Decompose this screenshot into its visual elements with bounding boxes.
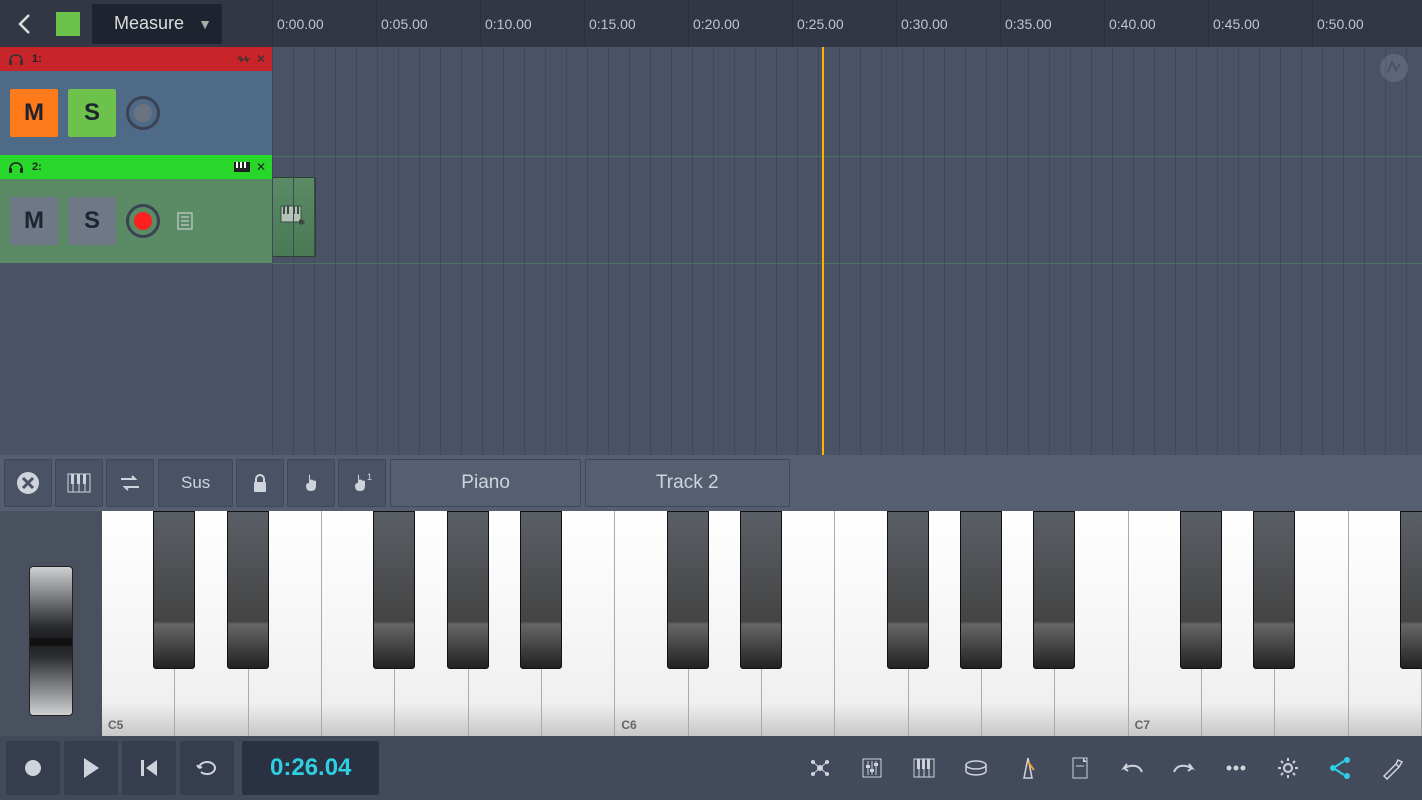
time-mode-dropdown[interactable]: Measure ▼	[92, 4, 222, 44]
waveform-icon	[236, 54, 250, 64]
track-header-2[interactable]: 2: ✕ M S	[0, 155, 272, 263]
redo-button[interactable]	[1160, 744, 1208, 792]
instrument-selector[interactable]: Piano	[390, 459, 581, 507]
effects-button[interactable]	[796, 744, 844, 792]
tap-mode-1-button[interactable]: 1	[338, 459, 386, 507]
piano-icon	[234, 162, 250, 172]
track-2-number: 2:	[32, 161, 50, 173]
play-button[interactable]	[64, 741, 118, 795]
rewind-button[interactable]	[122, 741, 176, 795]
ruler-tick: 0:40.00	[1104, 0, 1208, 47]
lock-button[interactable]	[236, 459, 284, 507]
black-key[interactable]	[1400, 511, 1422, 669]
svg-text:1: 1	[367, 472, 372, 482]
black-key[interactable]	[153, 511, 195, 669]
mute-button[interactable]: M	[10, 89, 58, 137]
share-button[interactable]	[1316, 744, 1364, 792]
settings-button[interactable]	[1264, 744, 1312, 792]
close-icon[interactable]: ✕	[256, 52, 266, 66]
record-button[interactable]	[6, 741, 60, 795]
sustain-button[interactable]: Sus	[158, 459, 233, 507]
black-key[interactable]	[373, 511, 415, 669]
drum-button[interactable]	[952, 744, 1000, 792]
ruler-tick: 0:45.00	[1208, 0, 1312, 47]
mod-wheel-area	[0, 511, 102, 736]
close-keyboard-button[interactable]	[4, 459, 52, 507]
solo-button[interactable]: S	[68, 197, 116, 245]
piano-toolbar: Sus 1 Piano Track 2	[0, 455, 1422, 511]
top-toolbar: Measure ▼ 0:00.000:05.000:10.000:15.000:…	[0, 0, 1422, 47]
track-options-button[interactable]	[170, 206, 200, 236]
black-key[interactable]	[1033, 511, 1075, 669]
black-key[interactable]	[667, 511, 709, 669]
grid-snap-button[interactable]	[48, 0, 88, 47]
black-key[interactable]	[447, 511, 489, 669]
loop-button[interactable]	[180, 741, 234, 795]
piano-keys[interactable]: C5 C6 C7	[102, 511, 1422, 736]
close-icon[interactable]: ✕	[256, 160, 266, 174]
transport-bar: 0:26.04	[0, 736, 1422, 800]
more-button[interactable]	[1212, 744, 1260, 792]
note-button[interactable]	[1056, 744, 1104, 792]
track-selector[interactable]: Track 2	[585, 459, 790, 507]
tap-mode-button[interactable]	[287, 459, 335, 507]
piano-roll-button[interactable]	[900, 744, 948, 792]
ruler-tick: 0:10.00	[480, 0, 584, 47]
mute-button[interactable]: M	[10, 197, 58, 245]
grid-icon	[56, 12, 80, 36]
ruler-tick: 0:35.00	[1000, 0, 1104, 47]
headphones-icon	[6, 49, 26, 69]
piano-clip-icon	[279, 202, 309, 232]
track-1-number: 1:	[32, 53, 50, 65]
metronome-button[interactable]	[1004, 744, 1052, 792]
tool-button[interactable]	[1368, 744, 1416, 792]
black-key[interactable]	[960, 511, 1002, 669]
key-label: C6	[621, 718, 636, 732]
ruler-tick: 0:20.00	[688, 0, 792, 47]
ruler-tick: 0:25.00	[792, 0, 896, 47]
track-2-label-bar[interactable]: 2: ✕	[0, 155, 272, 179]
black-key[interactable]	[227, 511, 269, 669]
record-arm-button[interactable]	[126, 204, 160, 238]
track-list: 1: ✕ M S 2: ✕ M S	[0, 47, 272, 263]
playhead-line	[822, 20, 824, 455]
solo-button[interactable]: S	[68, 89, 116, 137]
black-key[interactable]	[740, 511, 782, 669]
headphones-icon	[6, 157, 26, 177]
ruler-tick: 0:05.00	[376, 0, 480, 47]
mixer-button[interactable]	[848, 744, 896, 792]
track-1-controls: M S	[0, 71, 272, 155]
ruler-tick: 0:30.00	[896, 0, 1000, 47]
timeline-ruler[interactable]: 0:00.000:05.000:10.000:15.000:20.000:25.…	[272, 0, 1422, 47]
record-arm-button[interactable]	[126, 96, 160, 130]
undo-button[interactable]	[1108, 744, 1156, 792]
black-key[interactable]	[520, 511, 562, 669]
ruler-tick: 0:50.00	[1312, 0, 1416, 47]
track-1-label-bar[interactable]: 1: ✕	[0, 47, 272, 71]
time-display[interactable]: 0:26.04	[242, 741, 379, 795]
key-label: C7	[1135, 718, 1150, 732]
back-button[interactable]	[0, 0, 48, 47]
mode-label: Measure	[114, 13, 184, 34]
swap-button[interactable]	[106, 459, 154, 507]
keyboard-view-button[interactable]	[55, 459, 103, 507]
track-2-controls: M S	[0, 179, 272, 263]
mod-wheel[interactable]	[29, 566, 73, 716]
ruler-tick: 0:15.00	[584, 0, 688, 47]
piano-keyboard: C5 C6 C7	[0, 511, 1422, 736]
midi-clip[interactable]	[272, 177, 316, 257]
black-key[interactable]	[1253, 511, 1295, 669]
key-label: C5	[108, 718, 123, 732]
black-key[interactable]	[887, 511, 929, 669]
timeline-area[interactable]	[272, 47, 1422, 455]
ruler-tick: 0:00.00	[272, 0, 376, 47]
corner-logo-icon	[1378, 52, 1410, 84]
black-key[interactable]	[1180, 511, 1222, 669]
track-header-1[interactable]: 1: ✕ M S	[0, 47, 272, 155]
chevron-down-icon: ▼	[198, 16, 212, 32]
